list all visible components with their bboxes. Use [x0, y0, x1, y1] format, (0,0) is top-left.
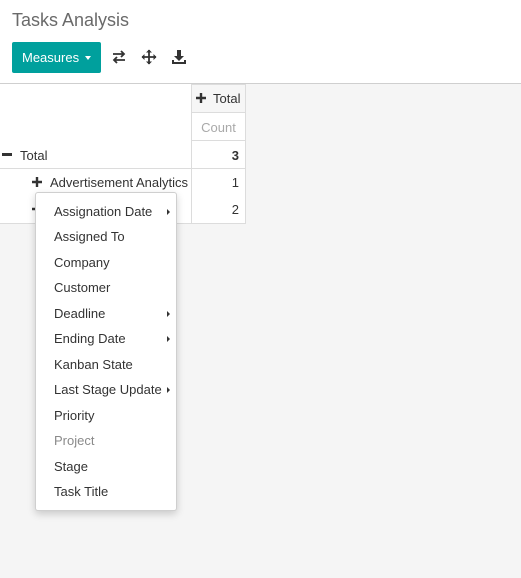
menu-item-label: Ending Date — [54, 331, 126, 346]
flip-axis-icon[interactable] — [111, 48, 127, 66]
menu-item-task-title[interactable]: Task Title — [36, 479, 176, 504]
menu-item-project[interactable]: Project — [36, 428, 176, 453]
row-value: 3 — [191, 141, 246, 169]
menu-item-ending-date[interactable]: Ending Date — [36, 326, 176, 351]
column-header-total[interactable]: Total — [191, 84, 246, 113]
menu-item-customer[interactable]: Customer — [36, 275, 176, 300]
pivot-corner — [0, 84, 192, 141]
row-header-total[interactable]: Total — [0, 141, 192, 169]
caret-down-icon — [85, 56, 91, 60]
menu-item-deadline[interactable]: Deadline — [36, 301, 176, 326]
menu-item-stage[interactable]: Stage — [36, 454, 176, 479]
menu-item-label: Last Stage Update — [54, 382, 162, 397]
page-title: Tasks Analysis — [12, 10, 130, 30]
menu-item-label: Assignation Date — [54, 204, 153, 219]
menu-item-label: Task Title — [54, 484, 109, 499]
expand-all-icon[interactable] — [141, 48, 157, 66]
control-panel: Tasks Analysis Measures — [0, 0, 521, 84]
menu-item-last-stage-update[interactable]: Last Stage Update — [36, 377, 176, 402]
row-value: 1 — [191, 169, 246, 197]
measures-button-label: Measures — [22, 50, 80, 65]
minus-icon — [2, 153, 12, 156]
menu-item-assigned-to[interactable]: Assigned To — [36, 224, 176, 249]
groupby-dropdown: Assignation Date Assigned To Company Cus… — [35, 192, 177, 511]
menu-item-company[interactable]: Company — [36, 250, 176, 275]
measure-header[interactable]: Count — [191, 112, 246, 141]
menu-item-label: Customer — [54, 280, 111, 295]
menu-item-assignation-date[interactable]: Assignation Date — [36, 199, 176, 224]
menu-item-label: Deadline — [54, 306, 106, 321]
menu-item-label: Stage — [54, 459, 88, 474]
row-label: Advertisement Analytics — [50, 175, 189, 190]
menu-item-kanban-state[interactable]: Kanban State — [36, 352, 176, 377]
plus-icon — [196, 93, 206, 103]
download-icon[interactable] — [171, 48, 187, 66]
row-label: Total — [20, 148, 48, 163]
menu-item-label: Kanban State — [54, 357, 133, 372]
column-header-label: Total — [213, 91, 241, 106]
menu-item-label: Company — [54, 255, 110, 270]
menu-item-priority[interactable]: Priority — [36, 403, 176, 428]
plus-icon — [32, 177, 42, 187]
measures-button[interactable]: Measures — [12, 42, 101, 73]
caret-right-icon — [167, 336, 170, 342]
menu-item-label: Assigned To — [54, 229, 125, 244]
row-value: 2 — [191, 196, 246, 224]
caret-right-icon — [167, 209, 170, 215]
menu-item-label: Project — [54, 433, 95, 448]
caret-right-icon — [167, 311, 170, 317]
caret-right-icon — [167, 387, 170, 393]
menu-item-label: Priority — [54, 408, 95, 423]
